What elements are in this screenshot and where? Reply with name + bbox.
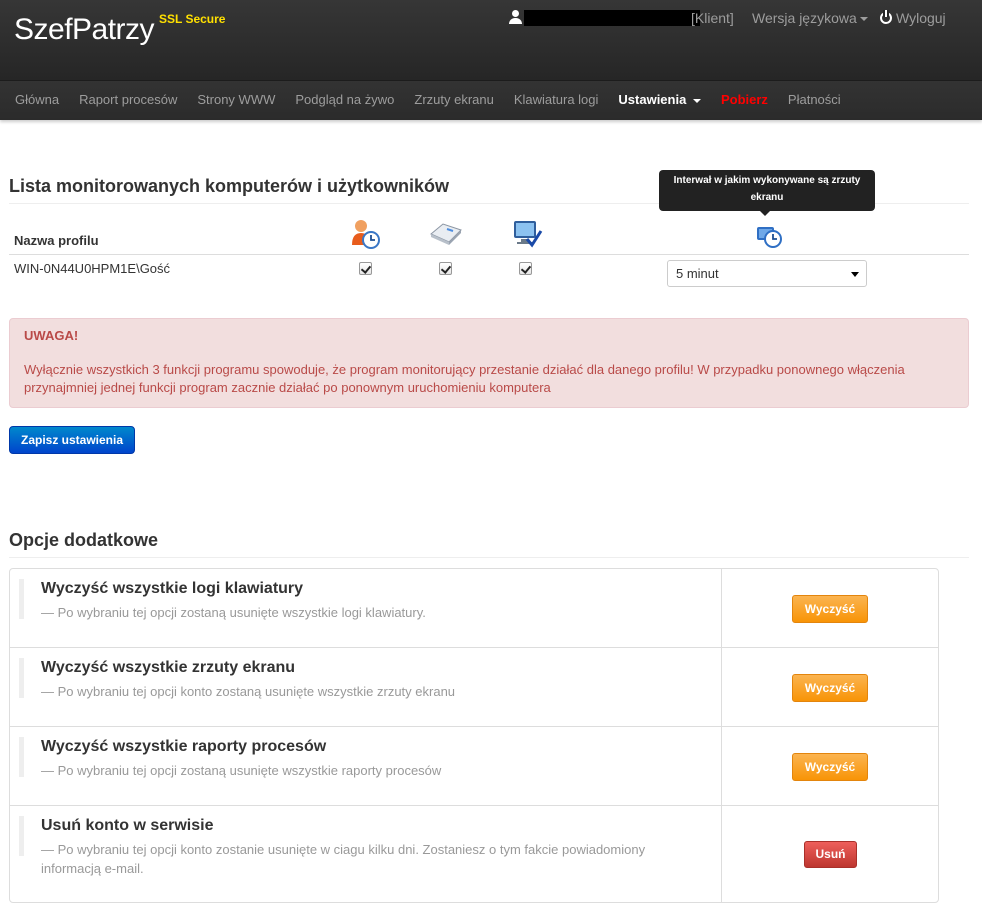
option-row: Usuń konto w serwisie — Po wybraniu tej … (10, 806, 938, 902)
row-accent-bar (19, 658, 24, 698)
chevron-down-icon (859, 17, 868, 22)
clear-keyboard-logs-button[interactable]: Wyczyść (792, 595, 868, 623)
monitor-check-icon (514, 221, 543, 248)
user-icon (509, 10, 522, 24)
delete-account-button[interactable]: Usuń (804, 841, 857, 868)
screenshots-checkbox[interactable] (519, 262, 532, 275)
language-label: Wersja językowa (752, 10, 857, 26)
logout-link[interactable]: Wyloguj (880, 10, 946, 26)
option-title: Wyczyść wszystkie raporty procesów (41, 738, 327, 755)
column-divider (721, 806, 722, 902)
interval-select[interactable]: 5 minut (667, 260, 867, 287)
save-settings-button[interactable]: Zapisz ustawienia (9, 426, 135, 454)
user-nav: [Klient] Wersja językowa Wyloguj (509, 10, 952, 28)
clock-monitor-icon (757, 227, 782, 248)
profile-name-cell: WIN-0N44U0HPM1E\Gość (14, 261, 171, 276)
alert-message: Wyłącznie wszystkich 3 funkcji programu … (24, 362, 905, 395)
option-row: Wyczyść wszystkie logi klawiatury — Po w… (10, 569, 938, 648)
user-clock-icon (352, 220, 380, 249)
client-label[interactable]: [Klient] (691, 10, 734, 26)
monitor-section-title: Lista monitorowanych komputerów i użytko… (9, 176, 450, 196)
power-icon (880, 10, 892, 24)
clear-process-reports-button[interactable]: Wyczyść (792, 753, 868, 781)
column-header-profile: Nazwa profilu (14, 233, 99, 248)
logout-label: Wyloguj (896, 10, 946, 26)
keyboard-checkbox[interactable] (439, 262, 452, 275)
chevron-down-icon (692, 98, 701, 103)
nav-item-download[interactable]: Pobierz (711, 81, 778, 121)
nav-item-payments[interactable]: Płatności (778, 81, 851, 121)
column-divider (721, 727, 722, 805)
redacted-username (524, 10, 700, 26)
option-description: — Po wybraniu tej opcji zostaną usunięte… (41, 605, 426, 620)
nav-item-keyboard-logs[interactable]: Klawiatura logi (504, 81, 609, 121)
keyboard-icon (430, 223, 462, 245)
option-description: — Po wybraniu tej opcji zostaną usunięte… (41, 763, 442, 778)
row-accent-bar (19, 579, 24, 619)
options-panel: Wyczyść wszystkie logi klawiatury — Po w… (9, 568, 939, 903)
option-description: — Po wybraniu tej opcji konto zostaną us… (41, 684, 456, 699)
nav-item-live-preview[interactable]: Podgląd na żywo (285, 81, 404, 121)
settings-label: Ustawienia (618, 92, 687, 107)
option-row: Wyczyść wszystkie raporty procesów — Po … (10, 727, 938, 806)
row-accent-bar (19, 737, 24, 777)
column-divider (721, 569, 722, 647)
language-dropdown[interactable]: Wersja językowa (752, 10, 868, 26)
alert-title: UWAGA! (24, 328, 79, 343)
divider (9, 557, 969, 558)
table-divider (9, 254, 969, 255)
nav-item-process-report[interactable]: Raport procesów (69, 81, 187, 121)
option-title: Wyczyść wszystkie zrzuty ekranu (41, 659, 296, 676)
processes-checkbox[interactable] (359, 262, 372, 275)
option-row: Wyczyść wszystkie zrzuty ekranu — Po wyb… (10, 648, 938, 727)
interval-value: 5 minut (676, 266, 719, 281)
top-header: SzefPatrzy SSL Secure [Klient] Wersja ję… (0, 0, 982, 80)
nav-item-websites[interactable]: Strony WWW (187, 81, 285, 121)
chevron-down-icon (851, 272, 859, 277)
interval-tooltip: Interwał w jakim wykonywane są zrzuty ek… (659, 170, 875, 216)
nav-item-home[interactable]: Główna (5, 81, 69, 121)
main-navbar: Główna Raport procesów Strony WWW Podglą… (0, 80, 982, 120)
clear-screenshots-button[interactable]: Wyczyść (792, 674, 868, 702)
option-title: Usuń konto w serwisie (41, 817, 214, 834)
ssl-badge: SSL Secure (159, 12, 226, 26)
option-description: — Po wybraniu tej opcji konto zostanie u… (41, 842, 646, 876)
nav-item-settings[interactable]: Ustawienia (608, 81, 711, 121)
column-divider (721, 648, 722, 726)
option-title: Wyczyść wszystkie logi klawiatury (41, 580, 304, 597)
row-accent-bar (19, 816, 24, 856)
warning-alert: UWAGA! Wyłącznie wszystkich 3 funkcji pr… (9, 318, 969, 408)
options-section-title: Opcje dodatkowe (9, 530, 159, 550)
nav-item-screenshots[interactable]: Zrzuty ekranu (404, 81, 503, 121)
brand-logo[interactable]: SzefPatrzy (14, 13, 155, 47)
